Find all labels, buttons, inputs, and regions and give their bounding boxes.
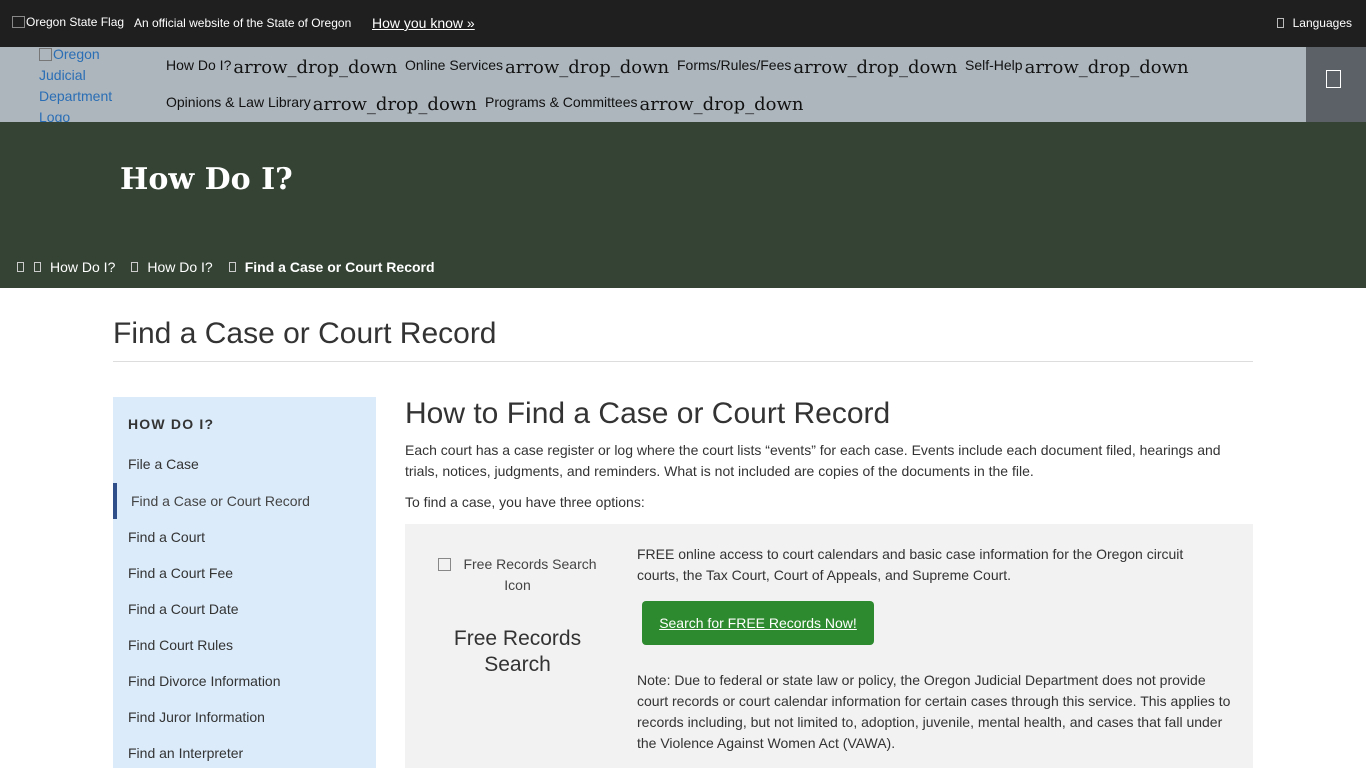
broken-image-icon (438, 558, 452, 571)
arrow-drop-down-icon: arrow_drop_down (793, 57, 958, 78)
sidebar-item-find-a-court[interactable]: Find a Court (128, 529, 205, 545)
free-records-panel: Free Records Search Icon Free Records Se… (405, 524, 1253, 768)
main-navigation: Oregon Judicial Department Logo How Do I… (0, 46, 1366, 125)
sidebar-heading: HOW DO I? (128, 416, 215, 432)
section-heading: How to Find a Case or Court Record (405, 397, 891, 430)
sidebar-item-find-divorce-information[interactable]: Find Divorce Information (128, 673, 281, 689)
breadcrumb: How Do I? How Do I? Find a Case or Court… (16, 259, 435, 275)
hero-banner: How Do I? How Do I? How Do I? Find a Cas… (0, 122, 1366, 288)
nav-item-label: Programs & Committees (485, 94, 638, 110)
divider (113, 361, 1253, 362)
breadcrumb-current: Find a Case or Court Record (244, 259, 435, 275)
nav-item-online-services[interactable]: Online Services arrow_drop_down (405, 57, 669, 78)
sidebar-item-find-a-case[interactable]: Find a Case or Court Record (113, 483, 310, 519)
nav-item-self-help[interactable]: Self-Help arrow_drop_down (965, 57, 1189, 78)
breadcrumb-link-how-do-i-2[interactable]: How Do I? (147, 259, 212, 275)
sidebar-item-find-court-rules[interactable]: Find Court Rules (128, 637, 233, 653)
arrow-drop-down-icon: arrow_drop_down (1024, 57, 1189, 78)
oregon-flag-image: Oregon State Flag (12, 15, 124, 29)
intro-paragraph: Each court has a case register or log wh… (405, 442, 1221, 479)
nav-item-label: Online Services (405, 57, 504, 73)
search-free-records-button[interactable]: Search for FREE Records Now! (642, 601, 874, 645)
panel-description: FREE online access to court calendars an… (637, 546, 1184, 583)
nav-item-programs-committees[interactable]: Programs & Committees arrow_drop_down (485, 94, 804, 115)
nav-item-label: Forms/Rules/Fees (677, 57, 792, 73)
sidebar-item-find-juror-information[interactable]: Find Juror Information (128, 709, 265, 725)
nav-item-label: Self-Help (965, 57, 1023, 73)
arrow-drop-down-icon: arrow_drop_down (639, 94, 804, 115)
languages-label: Languages (1292, 16, 1352, 30)
panel-label: Free Records Search (453, 627, 582, 676)
nav-item-how-do-i[interactable]: How Do I? arrow_drop_down (166, 57, 397, 78)
hero-title: How Do I? (120, 162, 293, 197)
nav-item-label: How Do I? (166, 57, 232, 73)
arrow-drop-down-icon: arrow_drop_down (312, 94, 477, 115)
chevron-right-icon (131, 262, 139, 272)
page-title: Find a Case or Court Record (113, 317, 497, 350)
search-icon (1326, 70, 1341, 88)
globe-icon (1276, 18, 1284, 28)
arrow-drop-down-icon: arrow_drop_down (505, 57, 670, 78)
sidebar-item-find-a-court-date[interactable]: Find a Court Date (128, 601, 239, 617)
arrow-drop-down-icon: arrow_drop_down (233, 57, 398, 78)
broken-image-icon (39, 48, 52, 61)
panel-note: Note: Due to federal or state law or pol… (637, 672, 1231, 751)
sidebar-item-find-a-court-fee[interactable]: Find a Court Fee (128, 565, 233, 581)
ojd-logo[interactable]: Oregon Judicial Department Logo (39, 44, 129, 128)
official-banner: Oregon State Flag An official website of… (0, 0, 1366, 47)
nav-item-opinions-law-library[interactable]: Opinions & Law Library arrow_drop_down (166, 94, 477, 115)
chevron-right-icon (34, 262, 41, 272)
search-toggle-button[interactable] (1306, 47, 1366, 122)
broken-image-icon (12, 16, 25, 28)
breadcrumb-link-how-do-i[interactable]: How Do I? (50, 259, 115, 275)
official-site-text: An official website of the State of Oreg… (134, 16, 352, 30)
sidebar-item-find-an-interpreter[interactable]: Find an Interpreter (128, 745, 243, 761)
flag-alt-text: Oregon State Flag (26, 15, 125, 29)
nav-item-label: Opinions & Law Library (166, 94, 311, 110)
home-icon[interactable] (17, 262, 24, 272)
nav-item-forms-rules-fees[interactable]: Forms/Rules/Fees arrow_drop_down (677, 57, 957, 78)
icon-alt-text: Free Records Search Icon (463, 556, 597, 593)
chevron-right-icon (228, 262, 236, 272)
languages-button[interactable]: Languages (1276, 16, 1352, 30)
sidebar-item-file-a-case[interactable]: File a Case (128, 456, 199, 472)
sidebar-nav: HOW DO I? File a Case Find a Case or Cou… (113, 397, 376, 768)
options-paragraph: To find a case, you have three options: (405, 494, 645, 510)
free-records-search-image: Free Records Search Icon (430, 554, 605, 596)
how-you-know-link[interactable]: How you know » (372, 15, 475, 31)
